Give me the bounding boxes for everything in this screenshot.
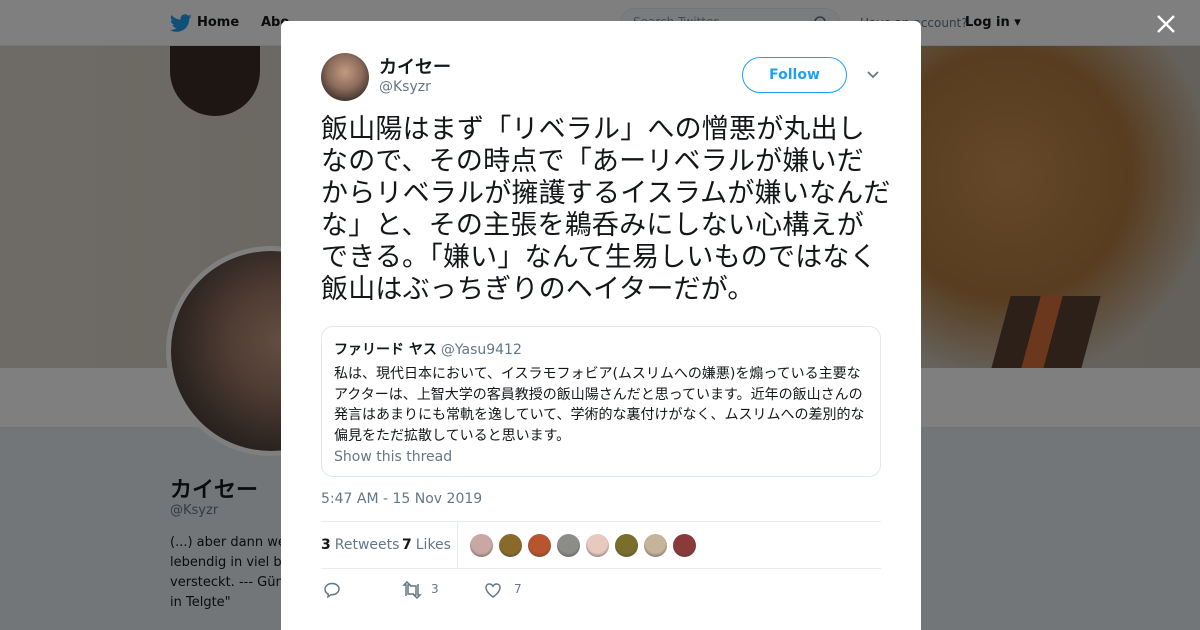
like-action-count: 7: [514, 582, 522, 596]
show-thread-link[interactable]: Show this thread: [334, 449, 868, 465]
likes-stat[interactable]: 7 Likes: [402, 537, 451, 553]
retweet-action-count: 3: [431, 582, 439, 596]
retweets-stat[interactable]: 3 Retweets: [321, 537, 399, 553]
liker-avatar[interactable]: [556, 533, 581, 558]
retweet-icon: [402, 581, 422, 599]
likes-count: 7: [402, 537, 412, 553]
retweets-count: 3: [321, 537, 331, 553]
stats-divider: [457, 522, 458, 569]
tweet-stats: 3 Retweets 7 Likes: [321, 521, 881, 569]
close-icon[interactable]: [1155, 13, 1177, 35]
tweet-modal: カイセー @Ksyzr Follow 飯山陽はまず「リベラル」への憎悪が丸出しな…: [281, 21, 921, 630]
liker-avatar[interactable]: [643, 533, 668, 558]
retweets-label: Retweets: [334, 537, 400, 553]
tweet-text: 飯山陽はまず「リベラル」への憎悪が丸出しなので、その時点で「あーリベラルが嫌いだ…: [321, 114, 891, 305]
liker-avatar[interactable]: [527, 533, 552, 558]
tweet-timestamp[interactable]: 5:47 AM - 15 Nov 2019: [321, 491, 482, 507]
author-handle[interactable]: @Ksyzr: [379, 79, 431, 95]
tweet-actions: 3 7: [321, 578, 881, 604]
follow-button[interactable]: Follow: [742, 57, 847, 93]
liker-avatar[interactable]: [672, 533, 697, 558]
heart-icon: [485, 583, 501, 598]
quoted-tweet[interactable]: ファリード ヤス @Yasu9412 私は、現代日本において、イスラモフォビア(ム…: [321, 326, 881, 477]
quoted-author-name: ファリード ヤス: [334, 342, 437, 358]
author-avatar[interactable]: [321, 53, 369, 101]
liker-avatar[interactable]: [469, 533, 494, 558]
liker-avatar[interactable]: [585, 533, 610, 558]
liker-avatar[interactable]: [614, 533, 639, 558]
chevron-down-icon[interactable]: [866, 70, 880, 80]
likes-label: Likes: [415, 537, 451, 553]
reply-icon: [324, 582, 340, 599]
liker-avatar[interactable]: [498, 533, 523, 558]
quoted-tweet-text: 私は、現代日本において、イスラモフォビア(ムスリムへの嫌悪)を煽っている主要なア…: [334, 366, 865, 444]
author-name[interactable]: カイセー: [379, 53, 451, 79]
quoted-author-handle: @Yasu9412: [440, 342, 522, 358]
